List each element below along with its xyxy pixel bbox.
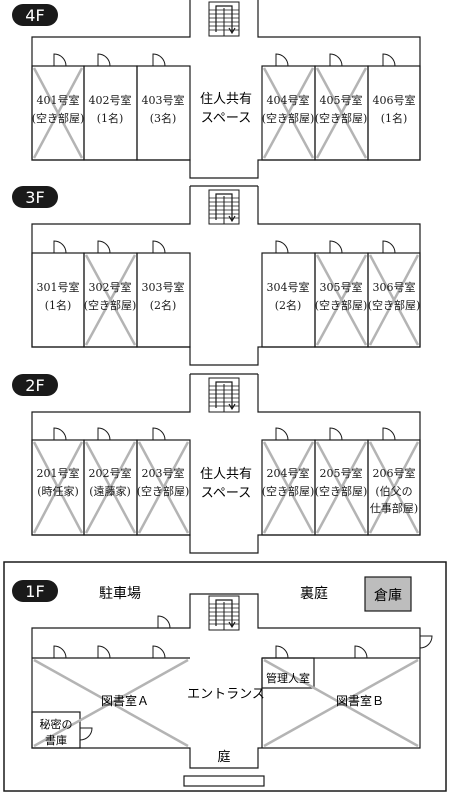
room-name: 302号室	[89, 280, 132, 294]
storage-label: 倉庫	[374, 587, 402, 604]
room-occupancy: (伯父の	[375, 484, 412, 498]
room-name: 201号室	[37, 466, 80, 480]
room-occupancy: (時任家)	[37, 484, 79, 498]
room-occupancy: (1名)	[45, 298, 72, 312]
floor-plan: 4F 401号室 (空き部屋) 402号室 (1名) 403号室 (3名) 40…	[3, 0, 447, 792]
room-occupancy: (空き部屋)	[315, 298, 368, 312]
room-name: 206号室	[373, 466, 416, 480]
floor-label: 4F	[25, 6, 44, 25]
library-b-label: 図書室Ｂ	[336, 693, 384, 708]
room-occupancy: (空き部屋)	[32, 111, 85, 125]
room-occupancy: (2名)	[275, 298, 302, 312]
room-name: 202号室	[89, 466, 132, 480]
staircase	[208, 377, 240, 413]
room-occupancy: (空き部屋)	[315, 484, 368, 498]
room-name: 303号室	[142, 280, 185, 294]
parking-label: 駐車場	[99, 585, 141, 602]
floor-label: 2F	[25, 376, 44, 395]
room-name: 301号室	[37, 280, 80, 294]
room-occupancy: (1名)	[97, 111, 124, 125]
secret-library-label: 書庫	[45, 733, 67, 747]
floor-4f: 4F 401号室 (空き部屋) 402号室 (1名) 403号室 (3名) 40…	[12, 0, 421, 179]
room-occupancy: (空き部屋)	[262, 111, 315, 125]
room-name: 306号室	[373, 280, 416, 294]
room-name: 404号室	[267, 93, 310, 107]
gate	[183, 775, 265, 787]
room-occupancy: 仕事部屋)	[370, 501, 418, 515]
garden-label: 庭	[217, 749, 230, 765]
room-name: 402号室	[89, 93, 132, 107]
room-occupancy: (遠藤家)	[89, 484, 131, 498]
room-occupancy: (3名)	[150, 111, 177, 125]
floor-2f: 2F 201号室 (時任家) 202号室 (遠藤家) 203号室 (空き部屋) …	[12, 373, 421, 554]
floor-label: 1F	[25, 582, 44, 601]
room-occupancy: (空き部屋)	[368, 298, 421, 312]
manager-room-label: 管理人室	[266, 671, 310, 685]
room-name: 401号室	[37, 93, 80, 107]
room-name: 204号室	[267, 466, 310, 480]
room-occupancy: (空き部屋)	[262, 484, 315, 498]
room-name: 305号室	[320, 280, 363, 294]
floor-3f: 3F 301号室 (1名) 302号室 (空き部屋) 303号室 (2名) 30…	[12, 185, 421, 366]
room-name: 403号室	[142, 93, 185, 107]
staircase	[208, 595, 240, 631]
common-space-label: スペース	[201, 486, 251, 501]
staircase	[208, 189, 240, 225]
room-occupancy: (空き部屋)	[137, 484, 190, 498]
room-occupancy: (2名)	[150, 298, 177, 312]
room-occupancy: (空き部屋)	[315, 111, 368, 125]
secret-library-label: 秘密の	[40, 717, 73, 731]
room-name: 405号室	[320, 93, 363, 107]
backyard-label: 裏庭	[300, 585, 328, 602]
entrance-label: エントランス	[187, 687, 265, 702]
floor-1f: 倉庫 1F 駐車場 裏庭 図書室Ａ 図書室Ｂ エントランス 管理人室 秘密の 書…	[3, 561, 447, 792]
library-a-label: 図書室Ａ	[101, 693, 149, 708]
room-occupancy: (1名)	[381, 111, 408, 125]
common-space-label: 住人共有	[200, 467, 252, 482]
floor-label: 3F	[25, 188, 44, 207]
staircase	[208, 1, 240, 37]
room-occupancy: (空き部屋)	[84, 298, 137, 312]
room-name: 205号室	[320, 466, 363, 480]
room-name: 203号室	[142, 466, 185, 480]
room-name: 406号室	[373, 93, 416, 107]
room-name: 304号室	[267, 280, 310, 294]
common-space-label: スペース	[201, 111, 251, 126]
common-space-label: 住人共有	[200, 92, 252, 107]
